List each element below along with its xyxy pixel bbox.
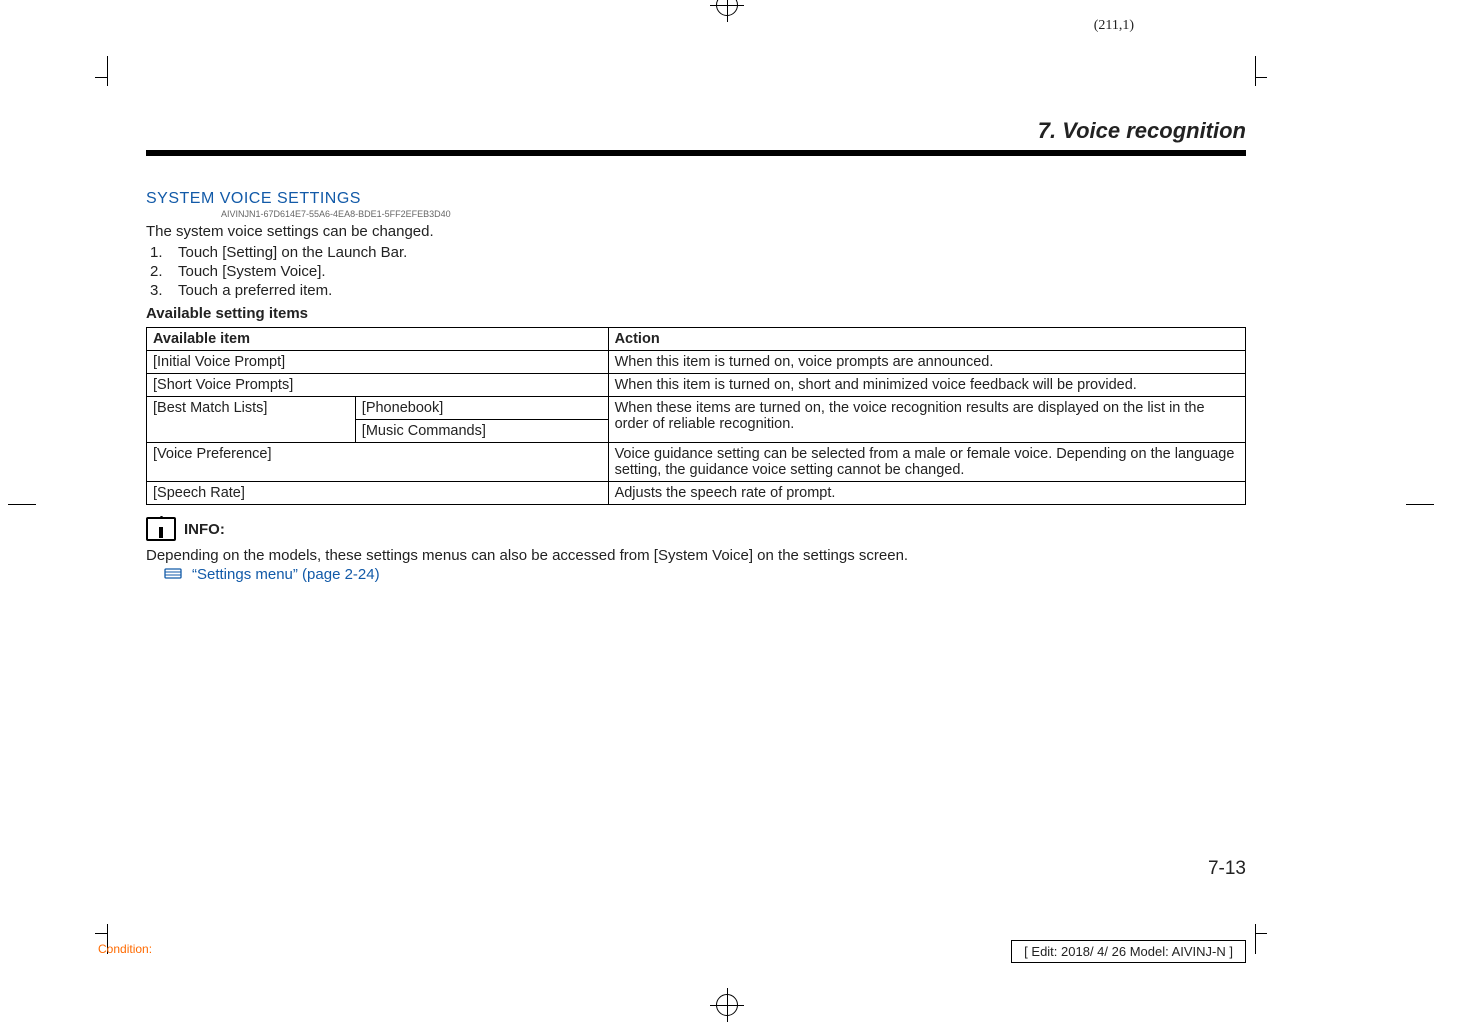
cell-item: [Voice Preference] [147,443,609,482]
table-header-row: Available item Action [147,328,1246,351]
edit-info-box: [ Edit: 2018/ 4/ 26 Model: AIVINJ-N ] [1011,940,1246,963]
crop-mark [1406,495,1424,513]
step-item: 3.Touch a preferred item. [150,282,1246,299]
reference-icon [164,566,186,583]
guid-code: AIVINJN1-67D614E7-55A6-4EA8-BDE1-5FF2EFE… [221,209,1246,219]
registration-mark-bottom [716,994,738,1016]
cell-action: When these items are turned on, the voic… [608,397,1245,443]
cross-reference-text: “Settings menu” (page 2-24) [192,566,380,583]
step-text: Touch [System Voice]. [178,263,326,280]
step-item: 1.Touch [Setting] on the Launch Bar. [150,244,1246,261]
step-item: 2.Touch [System Voice]. [150,263,1246,280]
page-number: 7-13 [1208,858,1246,880]
cell-action: Voice guidance setting can be selected f… [608,443,1245,482]
condition-label: Condition: [98,942,152,956]
cross-reference-link[interactable]: “Settings menu” (page 2-24) [146,566,1246,583]
info-text: Depending on the models, these settings … [146,547,1246,564]
col-header-item: Available item [147,328,609,351]
table-row: [Initial Voice Prompt] When this item is… [147,351,1246,374]
cell-item: [Best Match Lists] [147,397,356,443]
cell-action: When this item is turned on, short and m… [608,374,1245,397]
table-row: [Short Voice Prompts] When this item is … [147,374,1246,397]
table-row: [Speech Rate] Adjusts the speech rate of… [147,482,1246,505]
section-intro: The system voice settings can be changed… [146,223,1246,240]
crop-mark [8,495,26,513]
sheet-page-number: (211,1) [1094,18,1134,34]
crop-mark [1246,68,1264,86]
content-area: SYSTEM VOICE SETTINGS AIVINJN1-67D614E7-… [146,190,1246,583]
cell-item: [Initial Voice Prompt] [147,351,609,374]
table-subhead: Available setting items [146,305,1246,322]
info-icon [146,517,176,541]
step-text: Touch [Setting] on the Launch Bar. [178,244,407,261]
cell-action: Adjusts the speech rate of prompt. [608,482,1245,505]
settings-table: Available item Action [Initial Voice Pro… [146,327,1246,505]
chapter-title: 7. Voice recognition [1038,118,1246,144]
info-callout: INFO: [146,517,1246,541]
cell-subitem: [Music Commands] [355,420,608,443]
col-header-action: Action [608,328,1245,351]
step-text: Touch a preferred item. [178,282,332,299]
section-heading: SYSTEM VOICE SETTINGS [146,190,1246,208]
info-label: INFO: [184,521,225,538]
steps-list: 1.Touch [Setting] on the Launch Bar. 2.T… [146,244,1246,299]
table-row: [Best Match Lists] [Phonebook] When thes… [147,397,1246,420]
title-divider [146,150,1246,156]
crop-mark [98,68,116,86]
crop-mark [98,924,116,942]
cell-item: [Short Voice Prompts] [147,374,609,397]
cell-action: When this item is turned on, voice promp… [608,351,1245,374]
crop-mark [1246,924,1264,942]
cell-item: [Speech Rate] [147,482,609,505]
table-row: [Voice Preference] Voice guidance settin… [147,443,1246,482]
registration-mark-top [716,0,738,16]
cell-subitem: [Phonebook] [355,397,608,420]
